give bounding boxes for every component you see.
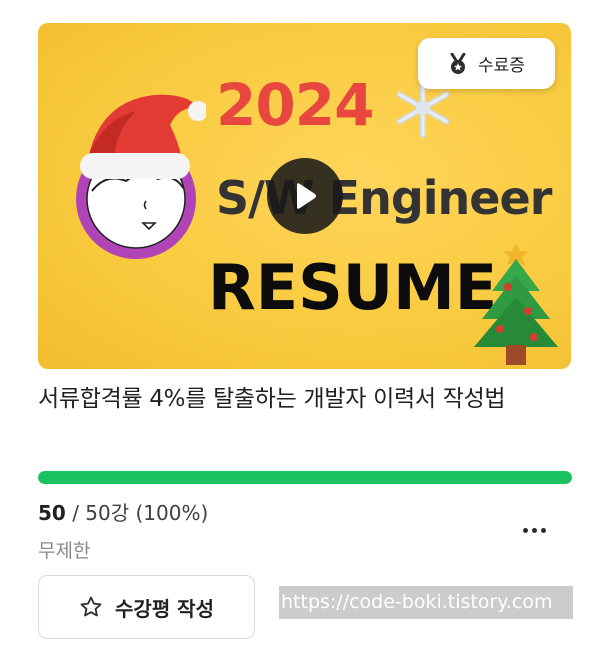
more-dot [540, 527, 546, 533]
course-thumbnail[interactable]: 2024 S/W Engineer RESUME 수료증 [38, 23, 571, 369]
write-review-label: 수강평 작성 [115, 596, 214, 621]
progress-bar [38, 471, 572, 484]
play-icon [297, 183, 316, 209]
christmas-tree-icon [474, 243, 558, 365]
more-options-button[interactable] [514, 516, 554, 544]
thumbnail-year-text: 2024 [216, 71, 374, 139]
play-button[interactable] [267, 158, 343, 234]
total-lessons-text: / 50강 (100%) [65, 501, 209, 525]
certificate-label: 수료증 [478, 56, 525, 76]
certificate-button[interactable]: 수료증 [418, 38, 555, 89]
course-card: 2024 S/W Engineer RESUME 수료증 서류합격률 4%를 탈… [0, 0, 600, 652]
progress-text: 50 / 50강 (100%) [38, 497, 208, 526]
santa-avatar-illustration [76, 94, 206, 259]
progress-bar-fill [38, 471, 572, 484]
course-title[interactable]: 서류합격률 4%를 탈출하는 개발자 이력서 작성법 [38, 378, 578, 420]
more-dot [531, 527, 537, 533]
more-horizontal-icon [522, 527, 528, 533]
thumbnail-resume-text: RESUME [208, 251, 498, 324]
medal-icon [450, 52, 466, 74]
watermark-url: https://code-boki.tistory.com [279, 586, 573, 619]
write-review-button[interactable]: 수강평 작성 [38, 575, 255, 639]
access-period-text: 무제한 [38, 540, 91, 562]
star-outline-icon [80, 596, 102, 617]
completed-lessons-count: 50 [38, 501, 66, 525]
